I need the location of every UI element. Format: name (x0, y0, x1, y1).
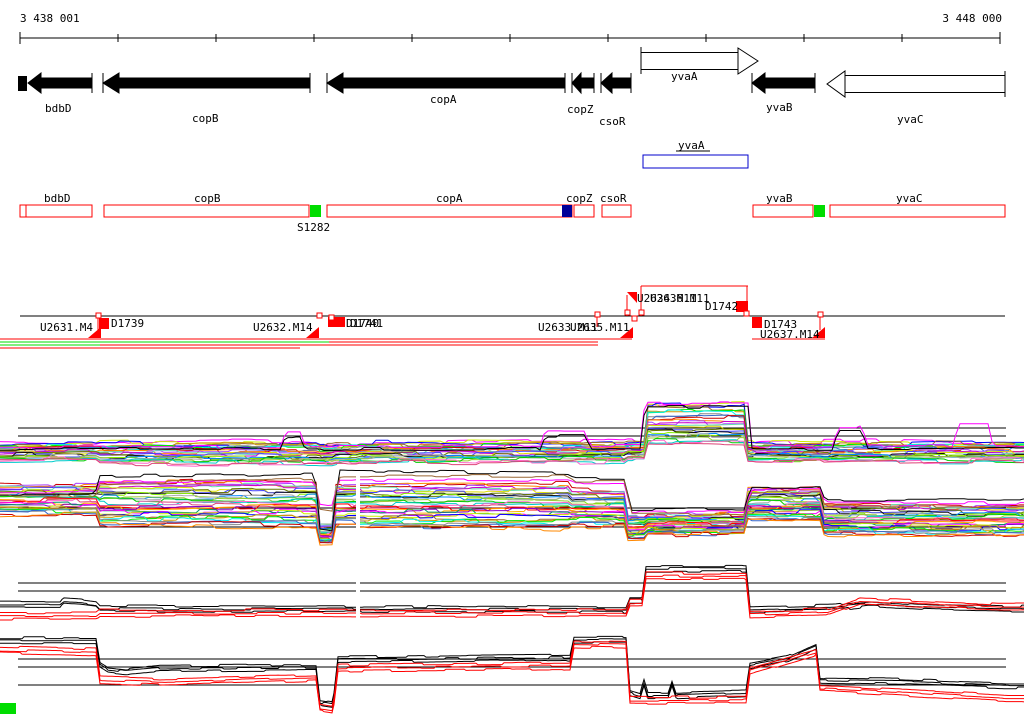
gene-box-track: bdbD copB copA copZ csoR yvaB yvaC S1282 (19, 192, 1006, 234)
gene-fragment (18, 76, 27, 91)
probe-segment-track: U2631.M4 D1739 U2632.M14 D1740D1741 U2633.M1… (0, 285, 1005, 349)
plot4-red-line (0, 640, 1024, 707)
gene-arrowhead-copB[interactable] (102, 72, 120, 94)
segment-anchor-square (743, 310, 750, 317)
gene-label-yvaC[interactable]: yvaC (897, 113, 924, 126)
gene-body-copB[interactable] (118, 77, 311, 89)
gene-arrow-copB[interactable] (102, 72, 311, 94)
segment-anchor-square (594, 311, 601, 318)
gene-arrow-bdbD[interactable] (27, 71, 93, 95)
gene-box-label-yvaB[interactable]: yvaB (766, 192, 793, 205)
gene-arrow-track: bdbD copB copA copZ csoR yvaA yvaB yvaC (18, 47, 1006, 128)
segment-start-triangle (627, 292, 637, 303)
gene-arrow-copA[interactable] (326, 72, 566, 94)
gene-box-copA[interactable] (326, 204, 573, 218)
gene-box-copZ[interactable] (573, 204, 595, 218)
orf-label-yvaA[interactable]: yvaA (678, 139, 705, 152)
gene-box-copB[interactable] (103, 204, 310, 218)
segment-label-D1741[interactable]: D1741 (350, 317, 383, 330)
segment-anchor-square (624, 309, 631, 316)
gene-label-copA[interactable]: copA (430, 93, 457, 106)
segment-label-D1742[interactable]: D1742 (705, 300, 738, 313)
gene-arrowhead-yvaB[interactable] (751, 71, 766, 95)
gene-arrow-csoR[interactable] (600, 71, 632, 95)
gene-body-yvaA[interactable] (640, 52, 739, 70)
segment-label-U2635-M11[interactable]: U2635.M11 (570, 321, 630, 334)
gene-box-bdbD[interactable] (19, 204, 93, 218)
gene-arrow-yvaB[interactable] (751, 71, 816, 95)
gene-arrow-copZ[interactable] (571, 71, 595, 95)
gene-box-yvaB[interactable] (752, 204, 814, 218)
plot4-red-line (0, 643, 1024, 712)
segment-anchor-square (95, 312, 102, 319)
coordinate-ruler: 3 438 001 3 448 000 (19, 12, 1002, 44)
ruler-end-coordinate: 3 448 000 (942, 12, 1002, 25)
orf-track: yvaA (642, 139, 749, 169)
gene-arrowhead-bdbD[interactable] (27, 71, 42, 95)
gene-arrowhead-yvaC[interactable] (826, 70, 846, 98)
gene-label-copB[interactable]: copB (192, 112, 219, 125)
gene-body-copA[interactable] (342, 77, 566, 89)
gene-arrowhead-csoR[interactable] (600, 71, 613, 95)
segment-label-U2636-M11[interactable]: U2636.M11 (650, 292, 710, 305)
missing-data-gap (356, 472, 360, 622)
gene-arrow-yvaA[interactable] (640, 47, 759, 75)
gene-arrowhead-yvaA[interactable] (737, 47, 759, 75)
gene-box-label-bdbD[interactable]: bdbD (44, 192, 71, 205)
corner-green-marker (0, 703, 16, 714)
segment-anchor-square (316, 312, 323, 319)
segment-flag[interactable] (752, 317, 762, 328)
gene-label-bdbD[interactable]: bdbD (45, 102, 72, 115)
gene-arrow-yvaC[interactable] (826, 70, 1006, 98)
gene-body-bdbD[interactable] (40, 77, 93, 89)
segment-flag[interactable] (99, 318, 109, 329)
probe-yvaB-green[interactable] (814, 205, 825, 217)
gene-body-copZ[interactable] (580, 77, 595, 89)
segment-anchor-square (817, 311, 824, 318)
segment-label-D1739[interactable]: D1739 (111, 317, 144, 330)
gene-box-yvaC[interactable] (829, 204, 1006, 218)
plot3-red-line (0, 577, 1024, 621)
gene-box-label-copA[interactable]: copA (436, 192, 463, 205)
orf-box-yvaA[interactable] (642, 154, 749, 169)
gene-body-yvaC[interactable] (844, 75, 1006, 93)
gene-label-yvaA[interactable]: yvaA (671, 70, 698, 83)
gene-label-csoR[interactable]: csoR (599, 115, 626, 128)
gene-box-label-yvaC[interactable]: yvaC (896, 192, 923, 205)
gene-label-yvaB[interactable]: yvaB (766, 101, 793, 114)
segment-anchor-square (638, 309, 645, 316)
expression-line-band1 (0, 405, 1024, 449)
gene-body-csoR[interactable] (611, 77, 632, 89)
expression-line-band1 (0, 402, 1024, 446)
gene-box-label-copB[interactable]: copB (194, 192, 221, 205)
probe-copA-navy[interactable] (562, 205, 572, 217)
gene-body-yvaB[interactable] (764, 77, 816, 89)
segment-anchor-square (631, 315, 638, 322)
gene-arrowhead-copA[interactable] (326, 72, 344, 94)
plot4-black-line (0, 641, 1024, 708)
gene-label-copZ[interactable]: copZ (567, 103, 594, 116)
segment-label-U2631-M4[interactable]: U2631.M4 (40, 321, 93, 334)
expression-plots (0, 401, 1024, 714)
plot3-black-line (0, 566, 1024, 611)
gene-box-label-csoR[interactable]: csoR (600, 192, 627, 205)
marker-label-S1282[interactable]: S1282 (297, 221, 330, 234)
gene-box-label-copZ[interactable]: copZ (566, 192, 593, 205)
segment-anchor-square (328, 314, 335, 321)
gene-box-csoR[interactable] (601, 204, 632, 218)
expression-outlier-band1 (0, 401, 1024, 449)
probe-S1282[interactable] (310, 205, 321, 217)
ruler-start-coordinate: 3 438 001 (20, 12, 80, 25)
genome-browser-canvas: 3 438 001 3 448 000 bdbD copB copA copZ csoR… (0, 12, 1024, 714)
genome-browser-view: 3 438 001 3 448 000 bdbD copB copA copZ csoR… (0, 0, 1024, 714)
segment-label-U2632-M14[interactable]: U2632.M14 (253, 321, 313, 334)
gene-arrowhead-copZ[interactable] (571, 71, 582, 95)
